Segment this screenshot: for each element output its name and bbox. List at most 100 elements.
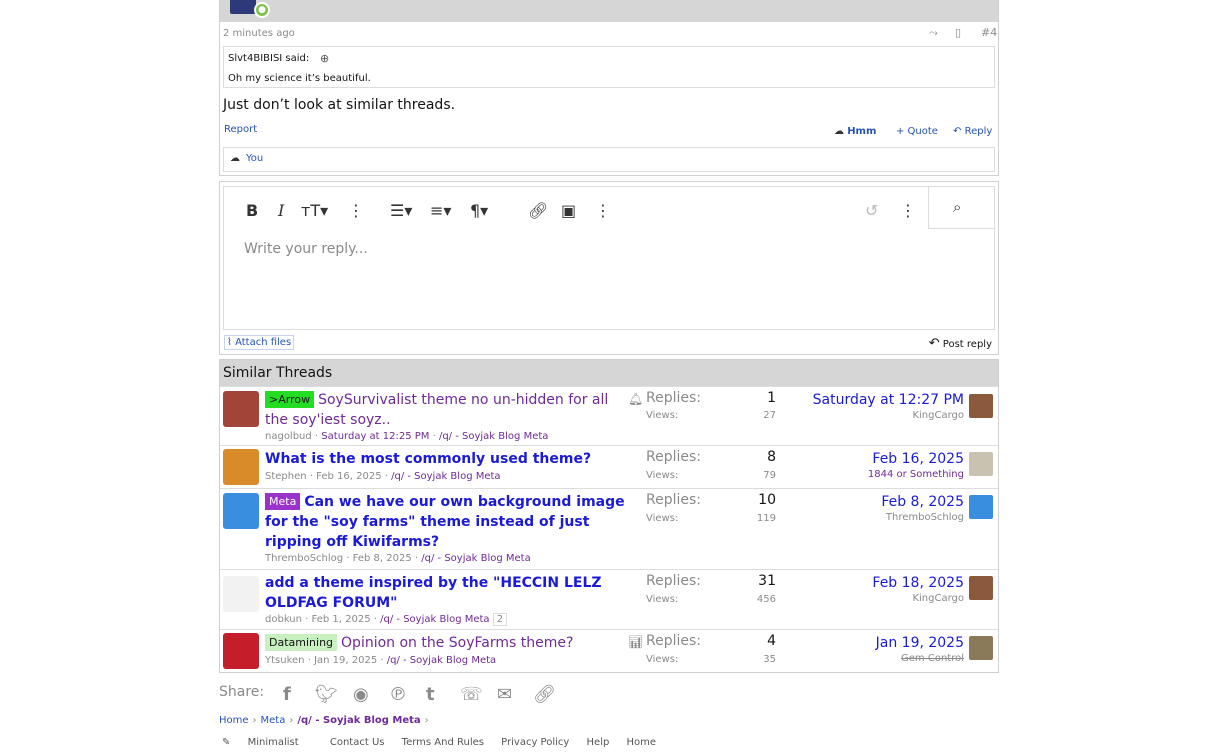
thread-tag[interactable]: Datamining [265, 634, 338, 651]
thread-author[interactable]: Ytsuken [265, 655, 305, 666]
link-icon[interactable]: 🔗︎ [533, 684, 556, 705]
insert-more-icon[interactable]: ⋮ [595, 201, 611, 220]
thread-forum[interactable]: /q/ - Soyjak Blog Meta [387, 655, 496, 666]
reactions-by[interactable]: You [246, 153, 263, 164]
avatar[interactable] [223, 391, 259, 427]
image-icon[interactable]: ▣ [561, 201, 576, 220]
thread-forum[interactable]: /q/ - Soyjak Blog Meta [439, 431, 548, 442]
preview-tab[interactable]: ⌕ [928, 186, 995, 229]
last-poster-avatar[interactable] [969, 452, 993, 476]
avatar[interactable] [223, 576, 259, 612]
arrow-up-circle-icon[interactable]: ⊕ [320, 52, 329, 65]
paragraph-icon[interactable]: ¶▾ [470, 201, 488, 220]
bold-icon[interactable]: B [246, 201, 258, 220]
thread-date[interactable]: Feb 1, 2025 [312, 614, 371, 625]
paintbrush-icon: ✎ [222, 737, 231, 748]
thread-date[interactable]: Saturday at 12:25 PM [321, 431, 429, 442]
link-icon[interactable]: 🔗︎ [528, 201, 548, 220]
page-link[interactable]: 2 [492, 613, 508, 626]
style-name: Minimalist [247, 737, 299, 748]
reply-input[interactable]: Write your reply... [244, 241, 368, 257]
list-icon[interactable]: ☰▾ [390, 201, 412, 220]
thread-forum[interactable]: /q/ - Soyjak Blog Meta [391, 471, 500, 482]
editor-menu-icon[interactable]: ⋮ [900, 201, 916, 220]
twitter-icon[interactable]: 🐦︎ [315, 684, 338, 705]
reply-button[interactable]: ↶ Reply [953, 126, 992, 137]
footer-link-privacy[interactable]: Privacy Policy [501, 737, 569, 748]
email-icon[interactable]: ✉ [497, 684, 512, 705]
last-poster-avatar[interactable] [969, 636, 993, 660]
thread-tag[interactable]: >Arrow [265, 391, 315, 408]
thread-date[interactable]: Jan 19, 2025 [314, 655, 377, 666]
footer-link-contact[interactable]: Contact Us [330, 737, 385, 748]
avatar[interactable] [223, 633, 259, 669]
thread-author[interactable]: dobkun [265, 614, 302, 625]
quote-author[interactable]: Slvt4BIBISI said: [228, 53, 309, 64]
footer: ✎ Minimalist Contact Us Terms And Rules … [222, 737, 670, 748]
thread-title[interactable]: What is the most commonly used theme? [265, 449, 630, 469]
thread-title-link[interactable]: Datamining Opinion on the SoyFarms theme? [265, 633, 630, 653]
tumblr-icon[interactable]: t [426, 684, 435, 705]
post-time[interactable]: 2 minutes ago [223, 28, 295, 39]
thread-author[interactable]: ThremboSchlog [265, 553, 343, 564]
last-poster-avatar[interactable] [969, 576, 993, 600]
views-label: Views: [646, 594, 679, 605]
last-post-date[interactable]: Feb 16, 2025 [764, 449, 964, 469]
last-post-user[interactable]: Gem Control [764, 653, 964, 664]
align-icon[interactable]: ≡▾ [430, 201, 451, 220]
avatar[interactable] [223, 493, 259, 529]
reply-editor: B I тT▾ ⋮ ☰▾ ≡▾ ¶▾ 🔗︎ ▣ ⋮ ↺ ⋮ ⌕ Write yo… [219, 181, 999, 355]
last-post-user[interactable]: KingCargo [764, 593, 964, 604]
report-link[interactable]: Report [224, 124, 257, 135]
last-post-user[interactable]: 1844 or Something [764, 469, 964, 480]
footer-link-terms[interactable]: Terms And Rules [402, 737, 484, 748]
thread-row: Meta Can we have our own background image… [220, 488, 998, 569]
thread-tag[interactable]: Meta [265, 493, 301, 510]
last-post-date[interactable]: Feb 18, 2025 [764, 573, 964, 593]
breadcrumb-meta[interactable]: Meta [261, 715, 286, 726]
reddit-icon[interactable]: ◉ [353, 684, 369, 705]
thread-date[interactable]: Feb 8, 2025 [353, 553, 412, 564]
quote-button[interactable]: + Quote [896, 126, 938, 137]
last-post-date[interactable]: Feb 8, 2025 [764, 492, 964, 512]
attach-label: Attach files [235, 337, 292, 348]
last-post: Jan 19, 2025 Gem Control [764, 633, 964, 664]
whatsapp-icon[interactable]: ☏ [460, 684, 483, 705]
react-button[interactable]: ☁ Hmm [834, 126, 876, 137]
chevron-right-icon: › [289, 715, 294, 726]
share-icon[interactable]: ⤳ [929, 26, 938, 40]
thread-title-link[interactable]: >Arrow SoySurvivalist theme no un-hidden … [265, 390, 630, 430]
thread-date[interactable]: Feb 16, 2025 [316, 471, 381, 482]
style-chooser[interactable]: ✎ Minimalist [222, 737, 313, 748]
facebook-icon[interactable]: f [283, 684, 291, 705]
pinterest-icon[interactable]: ℗ [389, 684, 407, 705]
undo-icon[interactable]: ↺ [865, 201, 878, 220]
avatar[interactable] [223, 449, 259, 485]
more-options-icon[interactable]: ⋮ [348, 201, 364, 220]
last-poster-avatar[interactable] [969, 495, 993, 519]
last-post-date[interactable]: Jan 19, 2025 [764, 633, 964, 653]
thread-title-link[interactable]: Meta Can we have our own background image… [265, 492, 630, 552]
post-reply-button[interactable]: ↶ Post reply [929, 336, 992, 351]
post-number[interactable]: #4 [981, 26, 997, 39]
thread-forum[interactable]: /q/ - Soyjak Blog Meta [421, 553, 530, 564]
footer-link-home[interactable]: Home [627, 737, 657, 748]
breadcrumb-home[interactable]: Home [219, 715, 249, 726]
italic-icon[interactable]: I [278, 201, 284, 220]
last-post-date[interactable]: Saturday at 12:27 PM [764, 390, 964, 410]
last-poster-avatar[interactable] [969, 394, 993, 418]
footer-link-help[interactable]: Help [587, 737, 610, 748]
text-size-icon[interactable]: тT▾ [301, 201, 328, 220]
breadcrumb-forum[interactable]: /q/ - Soyjak Blog Meta [297, 715, 420, 726]
last-post-user[interactable]: KingCargo [764, 410, 964, 421]
avatar[interactable] [230, 0, 256, 14]
thread-forum[interactable]: /q/ - Soyjak Blog Meta [380, 614, 489, 625]
thread-title[interactable]: add a theme inspired by the "HECCIN LELZ… [265, 573, 630, 613]
attach-files-button[interactable]: ⌇ Attach files [224, 335, 295, 350]
thread-author[interactable]: Stephen [265, 471, 307, 482]
thread-stats: Replies: 8 Views: 79 [646, 449, 776, 485]
last-post-user[interactable]: ThremboSchlog [764, 512, 964, 523]
bookmark-icon[interactable]: ▯ [955, 26, 961, 39]
thread-row: Datamining Opinion on the SoyFarms theme?… [220, 629, 998, 672]
thread-author[interactable]: nagolbud [265, 431, 312, 442]
